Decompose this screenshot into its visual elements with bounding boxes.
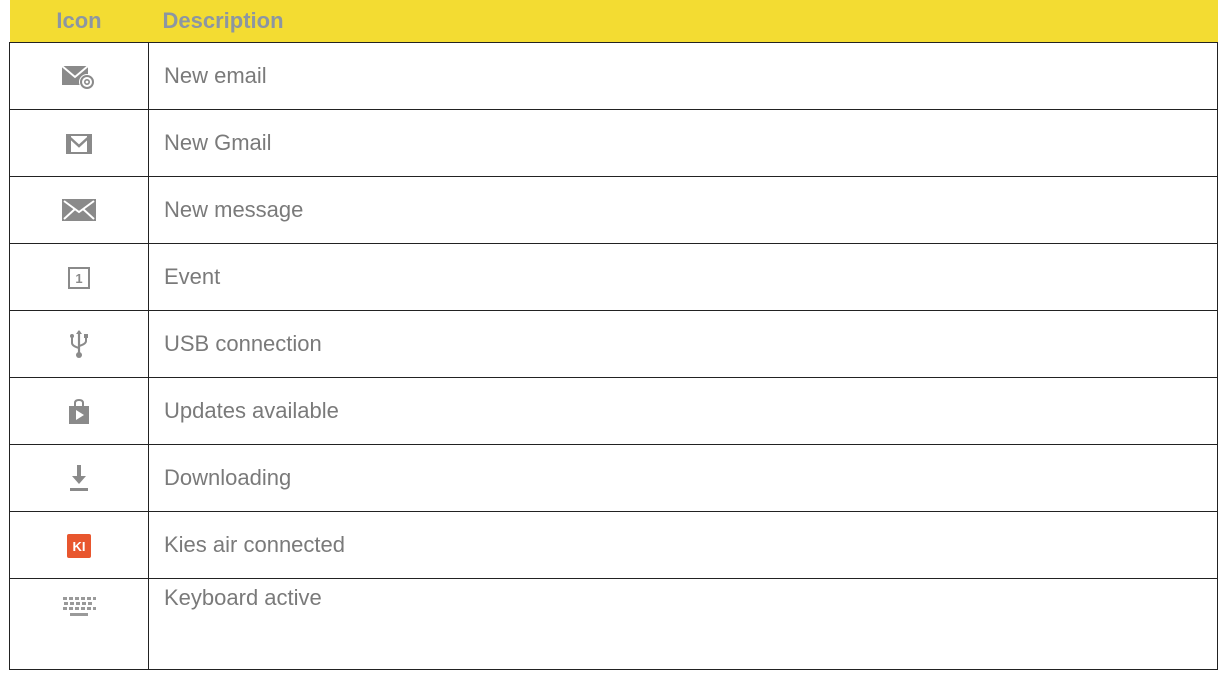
calendar-event-icon: 1 <box>68 267 90 290</box>
keyboard-icon <box>63 597 96 617</box>
icon-cell <box>9 578 149 670</box>
usb-icon <box>70 330 88 358</box>
table-row: Downloading <box>9 444 1218 512</box>
icon-cell: KI <box>9 511 149 579</box>
download-icon <box>70 465 88 492</box>
description-column-header: Description <box>148 0 1218 43</box>
description-cell: Downloading <box>148 444 1218 512</box>
table-row: New Gmail <box>9 109 1218 177</box>
kies-air-icon: KI <box>67 534 91 559</box>
table-row: 1 Event <box>9 243 1218 311</box>
status-icon-table: Icon Description New email New Gmail New… <box>9 0 1218 670</box>
svg-text:KI: KI <box>73 539 86 554</box>
envelope-icon <box>62 199 96 222</box>
table-row: New message <box>9 176 1218 244</box>
table-row: KI Kies air connected <box>9 511 1218 579</box>
table-row: Keyboard active <box>9 578 1218 670</box>
description-cell: Updates available <box>148 377 1218 445</box>
email-at-icon <box>61 65 95 91</box>
icon-cell <box>9 109 149 177</box>
description-cell: New email <box>148 42 1218 110</box>
gmail-icon <box>66 134 92 155</box>
description-cell: Kies air connected <box>148 511 1218 579</box>
description-cell: New Gmail <box>148 109 1218 177</box>
table-row: USB connection <box>9 310 1218 378</box>
description-cell: Event <box>148 243 1218 311</box>
icon-cell <box>9 310 149 378</box>
table-row: Updates available <box>9 377 1218 445</box>
icon-cell <box>9 444 149 512</box>
icon-cell <box>9 42 149 110</box>
table-header-row: Icon Description <box>9 0 1218 43</box>
icon-column-header: Icon <box>9 0 149 43</box>
description-cell: Keyboard active <box>148 578 1218 670</box>
icon-cell <box>9 377 149 445</box>
icon-cell: 1 <box>9 243 149 311</box>
icon-cell <box>9 176 149 244</box>
description-cell: USB connection <box>148 310 1218 378</box>
play-store-bag-icon <box>69 398 89 424</box>
icon-table-container: Icon Description New email New Gmail New… <box>9 0 1218 670</box>
description-cell: New message <box>148 176 1218 244</box>
svg-text:1: 1 <box>75 271 82 286</box>
table-row: New email <box>9 42 1218 110</box>
